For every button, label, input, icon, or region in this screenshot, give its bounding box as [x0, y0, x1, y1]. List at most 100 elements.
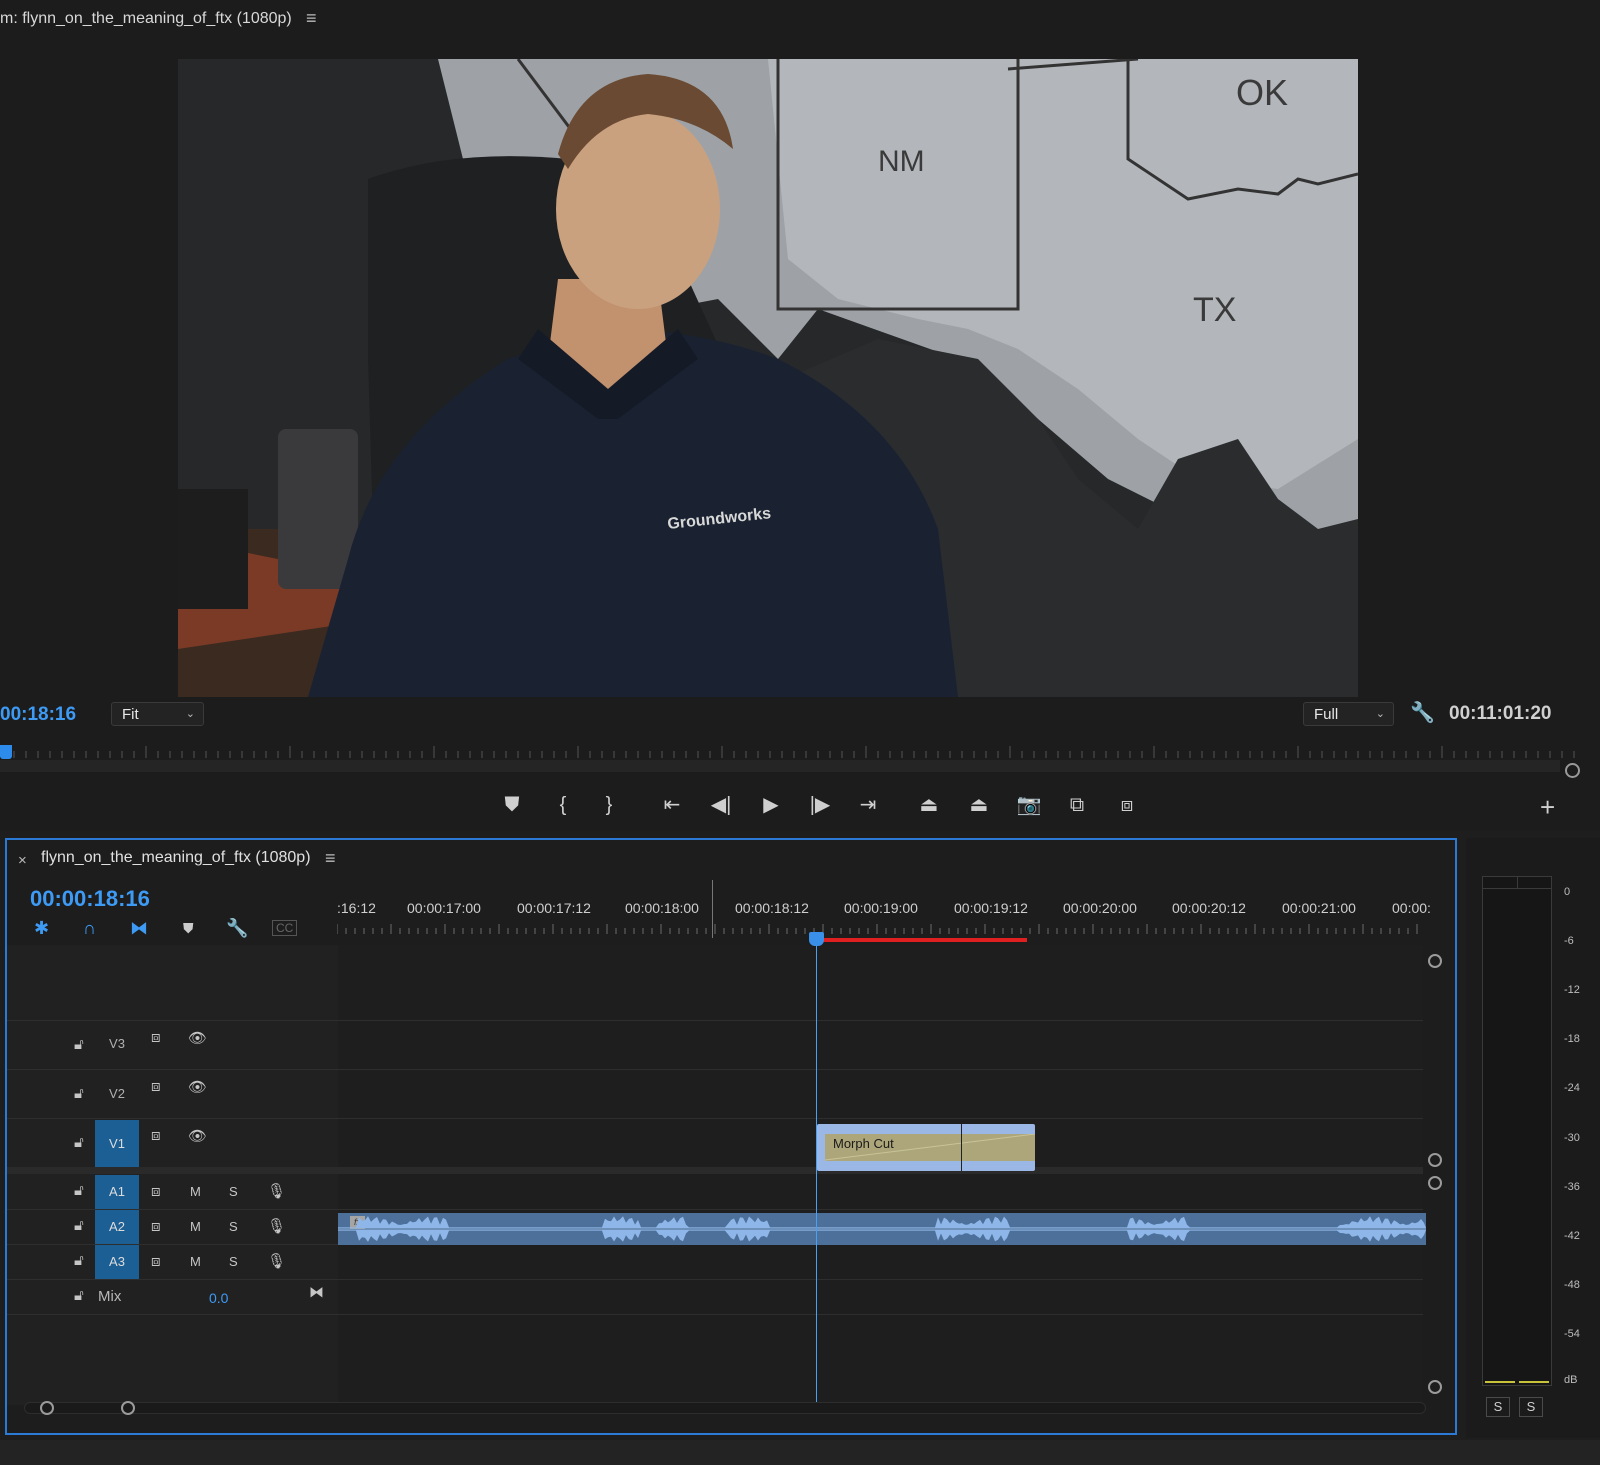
insert-button[interactable]: ⧉ [1060, 790, 1094, 820]
settings-wrench-icon[interactable]: 🔧 [1410, 700, 1435, 725]
edit-point[interactable] [961, 1124, 962, 1171]
track-label-a2[interactable]: A2 [95, 1210, 139, 1244]
microphone-icon[interactable]: 🎙︎ [267, 1217, 286, 1235]
mute-button[interactable]: M [190, 1254, 201, 1269]
sync-lock-icon[interactable]: ⧈ [151, 1078, 161, 1095]
mix-track-label: Mix [98, 1288, 122, 1305]
meter-scale-label: -36 [1564, 1181, 1580, 1193]
audio-meter [1482, 876, 1552, 1386]
track-label-v3[interactable]: V3 [95, 1036, 139, 1051]
eye-icon[interactable]: 👁︎ [188, 1029, 207, 1047]
video-vscroll-top-handle[interactable] [1428, 954, 1442, 968]
transition-morph-cut[interactable]: Morph Cut [825, 1134, 1035, 1161]
hscroll-right-handle[interactable] [121, 1401, 135, 1415]
program-playhead-marker[interactable] [0, 745, 12, 759]
microphone-icon[interactable]: 🎙︎ [267, 1182, 286, 1200]
audio-clip-a2[interactable]: fx [338, 1213, 1426, 1245]
timeline-playhead-line[interactable] [816, 936, 817, 1406]
chevron-down-icon: ⌄ [185, 708, 195, 720]
zoom-level-dropdown[interactable]: Fit ⌄ [111, 702, 204, 726]
eye-icon[interactable]: 👁︎ [188, 1078, 207, 1096]
captions-cc-icon[interactable]: CC [272, 920, 298, 936]
meter-scale-label: 0 [1564, 886, 1571, 898]
audio-vscroll-bottom-handle[interactable] [1428, 1380, 1442, 1394]
lock-icon[interactable]: 🔓︎ [74, 1182, 84, 1199]
lock-icon[interactable]: 🔓︎ [74, 1217, 84, 1234]
export-frame-button[interactable]: 📷 [1012, 790, 1046, 820]
go-to-out-button[interactable]: ⇥ [851, 790, 885, 820]
track-label-v2[interactable]: V2 [95, 1086, 139, 1101]
ruler-label: 00:00: [1392, 900, 1431, 916]
button-editor-add-button[interactable]: + [1540, 792, 1555, 823]
track-label-a1[interactable]: A1 [95, 1175, 139, 1209]
snap-magnet-icon[interactable]: ∩ [83, 917, 96, 939]
video-audio-divider[interactable] [7, 1167, 1423, 1174]
mark-out-button[interactable]: } [592, 790, 626, 820]
track-content-area[interactable] [338, 945, 1423, 1405]
solo-button[interactable]: S [229, 1219, 238, 1234]
lock-icon[interactable]: 🔓︎ [74, 1085, 84, 1102]
sequence-tab-title[interactable]: flynn_on_the_meaning_of_ftx (1080p) [41, 849, 311, 867]
mix-volume-value[interactable]: 0.0 [209, 1290, 228, 1306]
timeline-panel-menu-icon[interactable]: ≡ [325, 848, 336, 869]
add-marker-icon[interactable]: ⛊ [183, 917, 194, 939]
play-button[interactable]: ▶ [754, 790, 788, 820]
solo-button[interactable]: S [229, 1184, 238, 1199]
timeline-settings-wrench-icon[interactable]: 🔧 [226, 917, 248, 939]
track-separator [7, 1209, 1423, 1210]
timeline-ruler-ticks [337, 924, 1418, 934]
lock-icon[interactable]: 🔓︎ [74, 1287, 84, 1304]
ruler-label: 00:00:17:12 [517, 900, 591, 916]
transport-controls: ⛊ { } ⇤ ◀| ▶ |▶ ⇥ ⏏ ⏏ 📷 ⧉ ⧈ [0, 790, 1600, 824]
mute-button[interactable]: M [190, 1219, 201, 1234]
lock-icon[interactable]: 🔓︎ [74, 1134, 84, 1151]
lock-icon[interactable]: 🔓︎ [74, 1036, 84, 1053]
go-to-in-button[interactable]: ⇤ [655, 790, 689, 820]
program-time-ruler[interactable] [0, 738, 1580, 778]
program-monitor-title[interactable]: m: flynn_on_the_meaning_of_ftx (1080p) [0, 10, 292, 28]
lift-button[interactable]: ⏏ [912, 790, 946, 820]
step-back-button[interactable]: ◀| [704, 790, 738, 820]
sync-lock-icon[interactable]: ⧈ [151, 1183, 161, 1200]
mute-button[interactable]: M [190, 1184, 201, 1199]
eye-icon[interactable]: 👁︎ [188, 1127, 207, 1145]
timeline-time-ruler[interactable]: :16:12 00:00:17:00 00:00:17:12 00:00:18:… [337, 888, 1431, 944]
audio-vscroll-top-handle[interactable] [1428, 1176, 1442, 1190]
ruler-label: 00:00:20:00 [1063, 900, 1137, 916]
program-video-frame[interactable]: NM OK TX Groundworks [178, 59, 1358, 697]
linked-selection-icon[interactable]: ⧓ [130, 917, 148, 939]
go-to-in-icon: ⇤ [663, 794, 681, 816]
overwrite-button[interactable]: ⧈ [1110, 790, 1144, 820]
playback-resolution-dropdown[interactable]: Full ⌄ [1303, 702, 1394, 726]
close-sequence-icon[interactable]: × [18, 852, 27, 869]
add-marker-button[interactable]: ⛊ [495, 790, 529, 820]
step-forward-button[interactable]: |▶ [803, 790, 837, 820]
nest-toggle-icon[interactable]: ✱ [34, 917, 49, 939]
go-to-end-icon[interactable]: ⧓ [309, 1283, 324, 1301]
microphone-icon[interactable]: 🎙︎ [267, 1252, 286, 1270]
video-vscroll-bottom-handle[interactable] [1428, 1153, 1442, 1167]
peak-indicator-divider [1517, 877, 1518, 889]
mark-out-icon: } [605, 794, 613, 816]
mark-in-button[interactable]: { [546, 790, 580, 820]
timeline-playhead-timecode[interactable]: 00:00:18:16 [30, 886, 150, 912]
solo-button[interactable]: S [229, 1254, 238, 1269]
timeline-horizontal-scrollbar[interactable] [24, 1402, 1426, 1414]
lock-icon[interactable]: 🔓︎ [74, 1252, 84, 1269]
sync-lock-icon[interactable]: ⧈ [151, 1218, 161, 1235]
program-panel-menu-icon[interactable]: ≡ [306, 8, 317, 29]
sync-lock-icon[interactable]: ⧈ [151, 1253, 161, 1270]
sync-lock-icon[interactable]: ⧈ [151, 1029, 161, 1046]
sync-lock-icon[interactable]: ⧈ [151, 1127, 161, 1144]
extract-button[interactable]: ⏏ [962, 790, 996, 820]
track-label-v1[interactable]: V1 [95, 1120, 139, 1167]
zoom-level-value: Fit [122, 706, 139, 723]
video-clip-morph-cut[interactable]: Morph Cut [817, 1124, 1035, 1171]
hscroll-left-handle[interactable] [40, 1401, 54, 1415]
meter-solo-left-button[interactable]: S [1486, 1397, 1510, 1417]
program-zoom-scroll-handle[interactable] [1565, 763, 1580, 778]
timeline-playhead-handle[interactable] [809, 932, 824, 946]
track-label-a3[interactable]: A3 [95, 1245, 139, 1279]
program-playhead-timecode[interactable]: 00:18:16 [0, 704, 76, 726]
meter-solo-right-button[interactable]: S [1519, 1397, 1543, 1417]
